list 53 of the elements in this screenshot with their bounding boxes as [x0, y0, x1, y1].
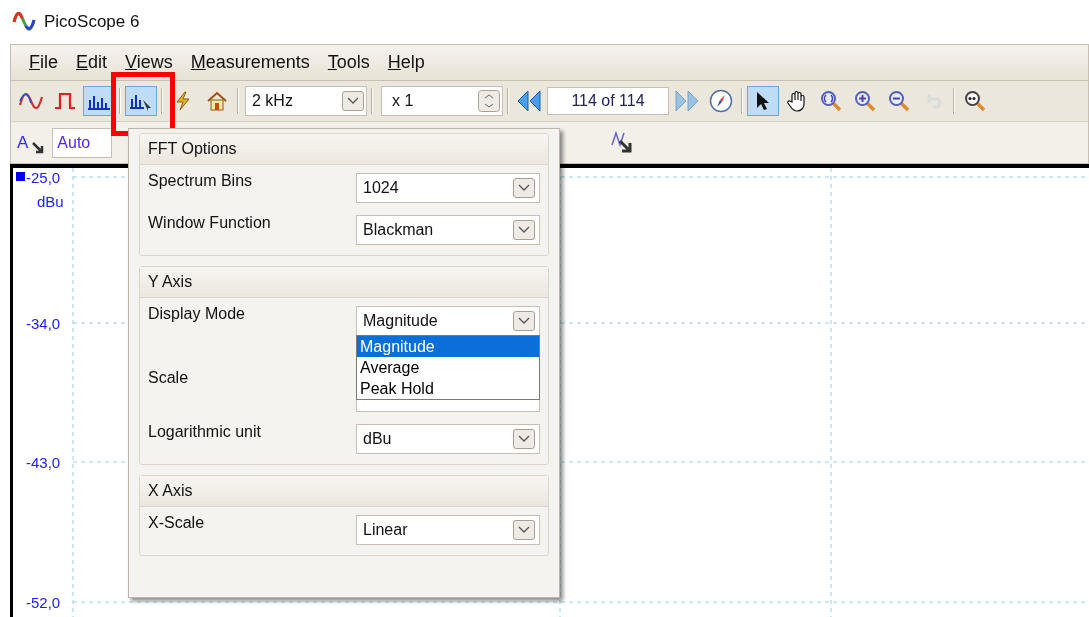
- y-axis-label: -34,0: [26, 316, 61, 331]
- y-axis-label: -43,0: [26, 455, 61, 470]
- option-label: Scale: [148, 368, 189, 388]
- option-select[interactable]: Linear: [356, 515, 540, 545]
- menu-item[interactable]: Edit: [70, 49, 114, 76]
- option-label: Spectrum Bins: [148, 171, 253, 191]
- sine-wave-icon: [19, 93, 43, 109]
- menu-item[interactable]: Measurements: [184, 49, 316, 76]
- option-select[interactable]: Blackman: [356, 215, 540, 245]
- y-axis-label: -25,0: [26, 170, 61, 185]
- pointer-arrow-icon: [32, 141, 45, 154]
- option-select[interactable]: 1024: [356, 173, 540, 203]
- hand-icon: [787, 90, 807, 112]
- spin-arrows-icon: [478, 90, 500, 112]
- rewind-icon: [516, 89, 542, 113]
- option-select[interactable]: Magnitude: [356, 306, 540, 336]
- group-header: Y Axis: [140, 267, 548, 298]
- fft-options-button[interactable]: [125, 86, 157, 116]
- zoom-fit-icon: [820, 90, 842, 112]
- menu-item[interactable]: Views: [119, 49, 179, 76]
- option-label: Display Mode: [148, 304, 245, 324]
- buffer-position-field[interactable]: 114 of 114: [547, 87, 669, 115]
- pointer-icon: [755, 91, 771, 111]
- frequency-select[interactable]: 2 kHz: [245, 86, 367, 116]
- option-label: Logarithmic unit: [148, 422, 261, 442]
- y-axis-unit: dBu: [37, 194, 64, 209]
- square-pulse-icon: [54, 92, 76, 110]
- magnifier-icon: [964, 90, 986, 112]
- channel-marker-icon: [16, 172, 25, 181]
- menu-item[interactable]: Help: [381, 49, 431, 76]
- menu-item[interactable]: File: [23, 49, 64, 76]
- dropdown-option[interactable]: Average: [357, 357, 539, 378]
- channel-label: A: [17, 131, 29, 154]
- multiplier-spinner[interactable]: x 1: [381, 86, 503, 116]
- dropdown-option[interactable]: Peak Hold: [357, 378, 539, 399]
- compass-icon: [709, 89, 733, 113]
- zoom-out-icon: [888, 90, 910, 112]
- menu-item[interactable]: Tools: [321, 49, 376, 76]
- option-label: Window Function: [148, 213, 271, 233]
- window-title: PicoScope 6: [44, 11, 140, 34]
- zoom-in-icon: [854, 90, 876, 112]
- range-select[interactable]: Auto: [52, 127, 113, 158]
- app-logo-icon: [12, 12, 36, 32]
- option-select[interactable]: dBu: [356, 424, 540, 454]
- group-header: FFT Options: [140, 134, 548, 165]
- option-label: X-Scale: [148, 513, 205, 533]
- fast-forward-icon: [674, 89, 700, 113]
- dropdown-option[interactable]: Magnitude: [357, 336, 539, 357]
- lightning-icon: [173, 91, 193, 111]
- house-icon: [206, 91, 228, 111]
- group-header: X Axis: [140, 476, 548, 507]
- tool-button[interactable]: [747, 86, 779, 116]
- y-axis-label: -52,0: [26, 595, 61, 610]
